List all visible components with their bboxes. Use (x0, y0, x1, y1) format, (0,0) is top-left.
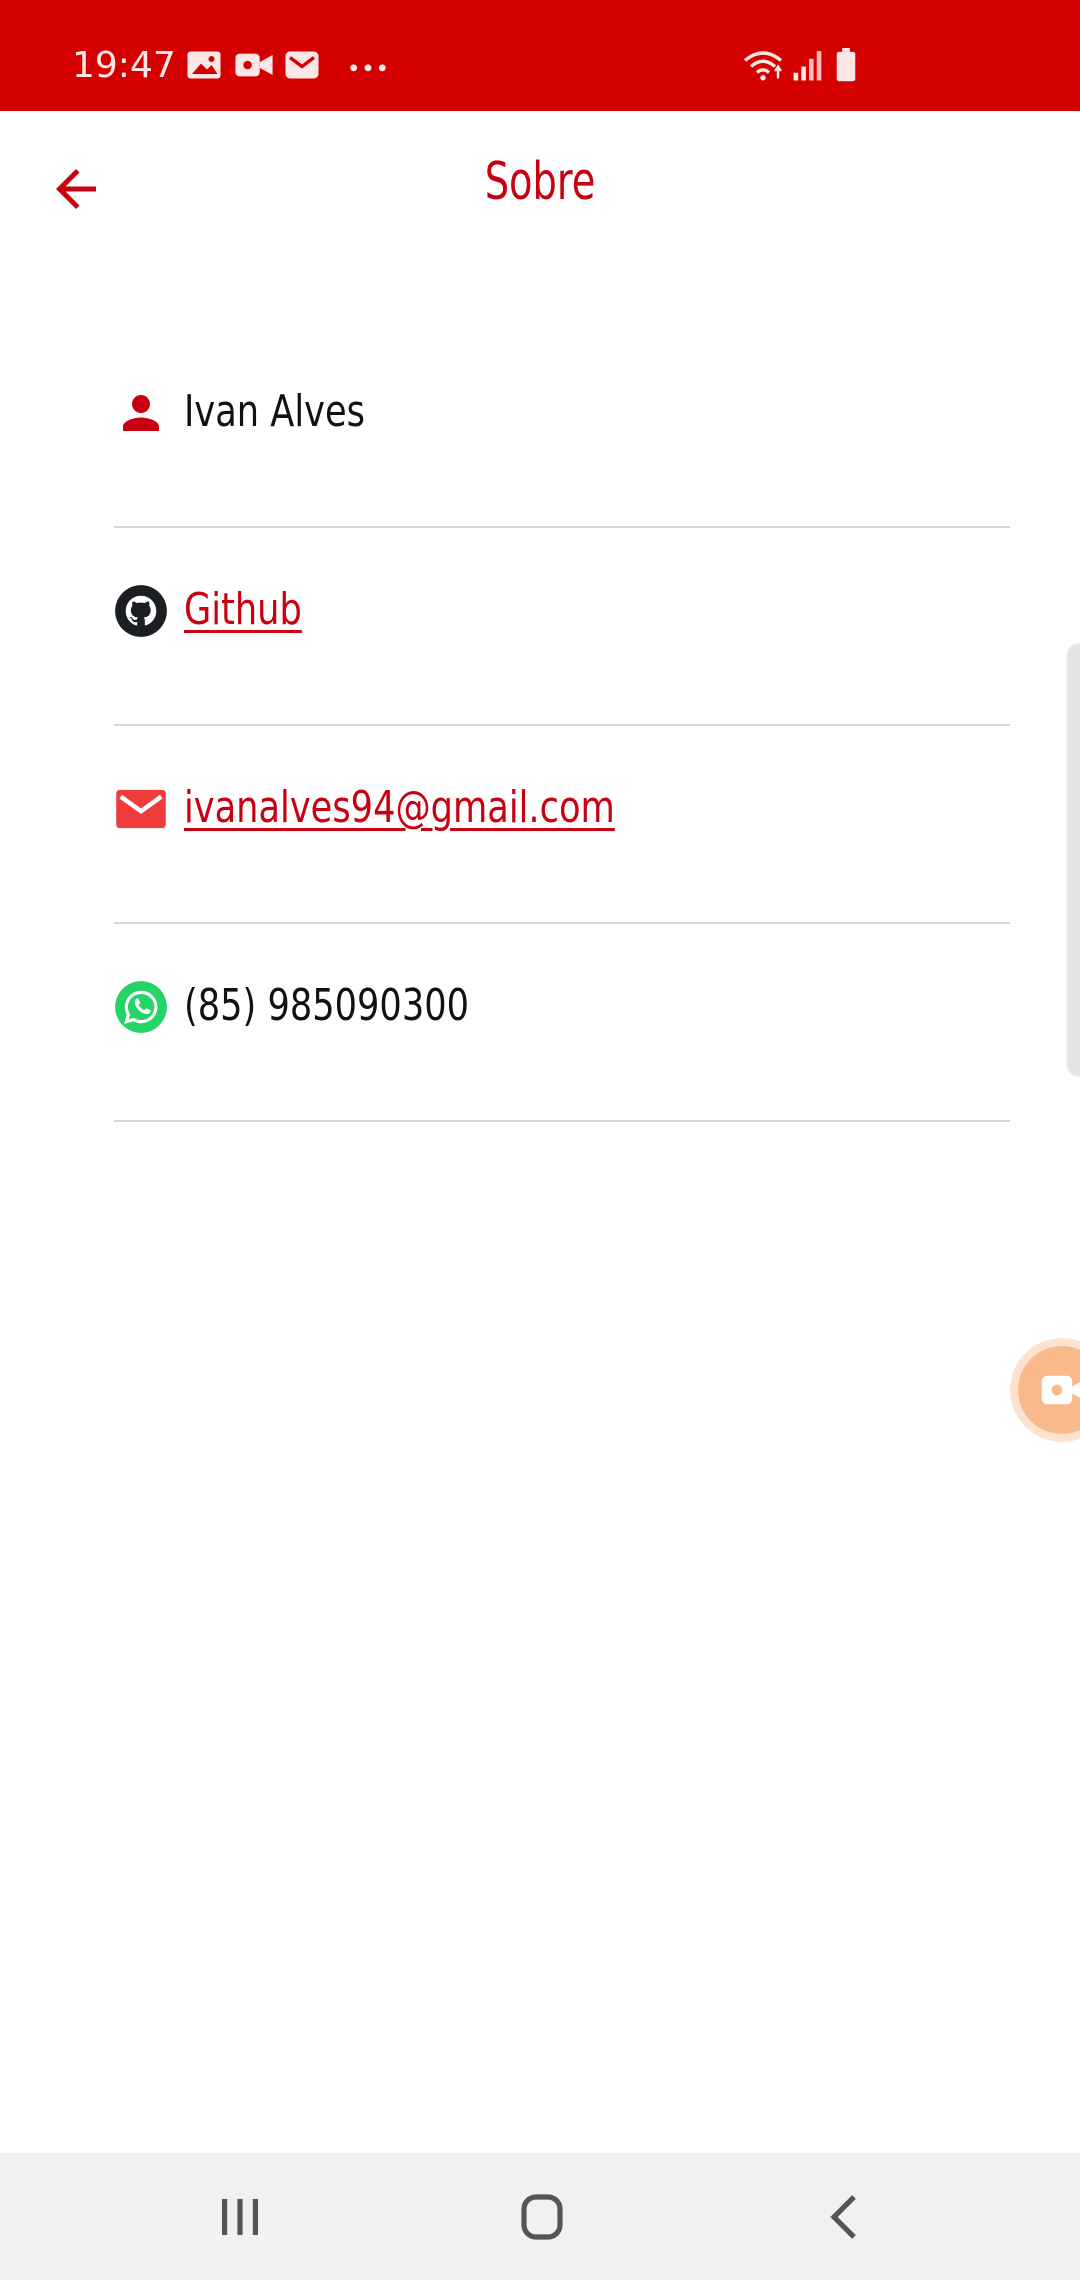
contact-row-email: ivanalves94@gmail.com (114, 726, 1010, 924)
recent-apps-icon (222, 2199, 258, 2235)
nav-back-button[interactable] (816, 2187, 876, 2247)
status-time: 19:47 (72, 45, 176, 86)
back-icon (830, 2195, 856, 2239)
github-link[interactable]: Github (184, 578, 302, 642)
person-icon (114, 386, 168, 440)
floating-recorder-button[interactable] (1010, 1338, 1080, 1442)
contact-name: Ivan Alves (184, 386, 365, 437)
home-button[interactable] (512, 2187, 572, 2247)
home-icon (521, 2194, 563, 2240)
page-title: Sobre (484, 152, 596, 212)
scrollbar-thumb[interactable] (1068, 644, 1080, 1076)
status-bar: 19:47 (0, 0, 1080, 111)
contact-list: Ivan Alves Github ivanalves94@gmail.com … (114, 330, 1010, 1122)
battery-icon (834, 48, 858, 82)
video-call-icon (234, 50, 274, 80)
wifi-icon (742, 48, 784, 82)
whatsapp-icon (114, 980, 168, 1034)
video-camera-icon (1041, 1375, 1080, 1405)
contact-row-whatsapp: (85) 985090300 (114, 924, 1010, 1122)
app-bar: Sobre (0, 111, 1080, 261)
image-icon (186, 50, 222, 80)
recent-apps-button[interactable] (210, 2187, 270, 2247)
more-dots-icon (348, 50, 388, 80)
navigation-bar (0, 2153, 1080, 2280)
github-icon (114, 584, 168, 638)
email-link[interactable]: ivanalves94@gmail.com (184, 776, 615, 840)
email-icon (114, 782, 168, 836)
contact-row-name: Ivan Alves (114, 330, 1010, 528)
signal-icon (792, 48, 826, 82)
phone-number: (85) 985090300 (184, 980, 470, 1031)
mail-icon (284, 50, 320, 80)
contact-row-github: Github (114, 528, 1010, 726)
